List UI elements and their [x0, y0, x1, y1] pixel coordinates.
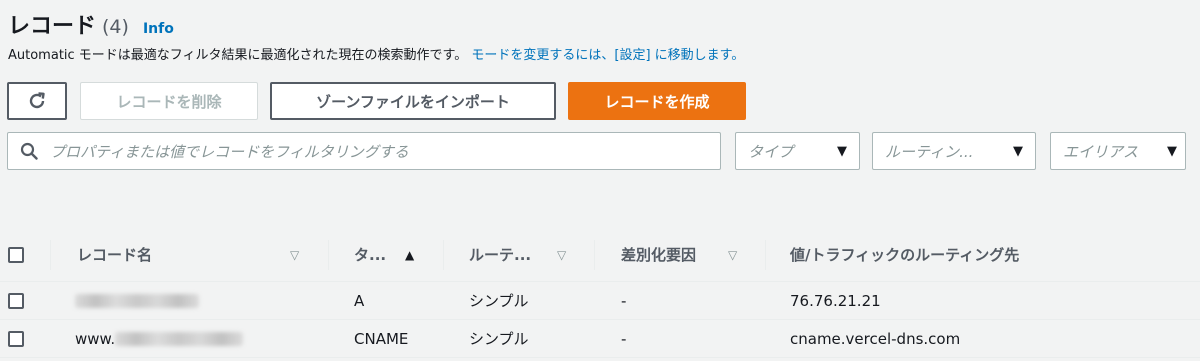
page-title: レコード — [8, 14, 97, 39]
alias-filter-label: エイリアス — [1063, 142, 1139, 161]
column-divider — [328, 240, 329, 270]
search-placeholder: プロパティまたは値でレコードをフィルタリングする — [50, 142, 409, 161]
search-icon — [20, 142, 38, 160]
record-type-cell: A — [354, 291, 365, 310]
info-link[interactable]: Info — [143, 21, 174, 37]
select-all-checkbox-cell — [8, 228, 24, 281]
record-value-cell: cname.vercel-dns.com — [790, 329, 961, 348]
column-header-value[interactable]: 値/トラフィックのルーティング先 — [790, 228, 1019, 281]
column-divider — [50, 240, 51, 270]
column-header-type[interactable]: タ... — [354, 228, 386, 281]
record-differentiator-cell: - — [621, 329, 627, 348]
record-type-cell: CNAME — [354, 329, 409, 348]
record-routing-cell: シンプル — [469, 292, 529, 310]
refresh-icon — [29, 92, 45, 109]
redacted-domain — [115, 331, 244, 346]
record-differentiator-cell: - — [621, 291, 627, 310]
page-description: Automatic モードは最適なフィルタ結果に最適化された現在の検索動作です。… — [8, 44, 744, 63]
search-input[interactable]: プロパティまたは値でレコードをフィルタリングする — [7, 132, 721, 170]
record-value-cell: 76.76.21.21 — [790, 291, 881, 310]
sort-ascending-icon[interactable]: ▲ — [405, 228, 414, 281]
row-checkbox-cell — [8, 282, 24, 319]
alias-filter-dropdown[interactable]: エイリアス ▼ — [1050, 132, 1186, 170]
record-count: (4) — [102, 16, 129, 38]
column-divider — [765, 240, 766, 270]
refresh-button[interactable] — [7, 82, 67, 120]
row-checkbox-cell — [8, 320, 24, 357]
row-checkbox[interactable] — [8, 292, 24, 309]
table-header-row: レコード名 ▽ タ... ▲ ルーテ... ▽ 差別化要因 ▽ 値/トラフィック… — [0, 228, 1200, 282]
caret-down-icon: ▼ — [1013, 143, 1023, 159]
routing-filter-dropdown[interactable]: ルーティン... ▼ — [872, 132, 1036, 170]
type-filter-dropdown[interactable]: タイプ ▼ — [735, 132, 860, 170]
column-header-routing[interactable]: ルーテ... — [469, 228, 531, 281]
settings-link[interactable]: モードを変更するには、[設定] に移動します。 — [471, 48, 744, 63]
create-record-button[interactable]: レコードを作成 — [568, 82, 746, 120]
sort-icon[interactable]: ▽ — [557, 228, 566, 281]
caret-down-icon: ▼ — [837, 143, 847, 159]
column-divider — [594, 240, 595, 270]
delete-record-button[interactable]: レコードを削除 — [80, 82, 258, 120]
column-divider — [443, 240, 444, 270]
page-header: レコード (4) Info — [8, 8, 174, 40]
record-name-cell[interactable]: www. — [75, 320, 244, 357]
table-row[interactable]: A シンプル - 76.76.21.21 — [0, 282, 1200, 320]
row-checkbox[interactable] — [8, 330, 24, 347]
routing-filter-label: ルーティン... — [885, 142, 974, 161]
column-header-name[interactable]: レコード名 — [77, 228, 152, 281]
record-name-prefix: www. — [75, 329, 116, 348]
records-table: レコード名 ▽ タ... ▲ ルーテ... ▽ 差別化要因 ▽ 値/トラフィック… — [0, 228, 1200, 358]
import-zone-file-button[interactable]: ゾーンファイルをインポート — [270, 82, 556, 120]
type-filter-label: タイプ — [748, 142, 794, 161]
caret-down-icon: ▼ — [1167, 143, 1177, 159]
sort-icon[interactable]: ▽ — [290, 228, 299, 281]
sort-icon[interactable]: ▽ — [728, 228, 737, 281]
select-all-checkbox[interactable] — [8, 246, 24, 263]
record-routing-cell: シンプル — [469, 330, 529, 348]
column-header-differentiator[interactable]: 差別化要因 — [621, 228, 696, 281]
record-name-cell[interactable] — [75, 282, 199, 319]
description-text: Automatic モードは最適なフィルタ結果に最適化された現在の検索動作です。 — [8, 48, 468, 63]
redacted-domain — [75, 293, 199, 308]
table-row[interactable]: www. CNAME シンプル - cname.vercel-dns.com — [0, 320, 1200, 358]
